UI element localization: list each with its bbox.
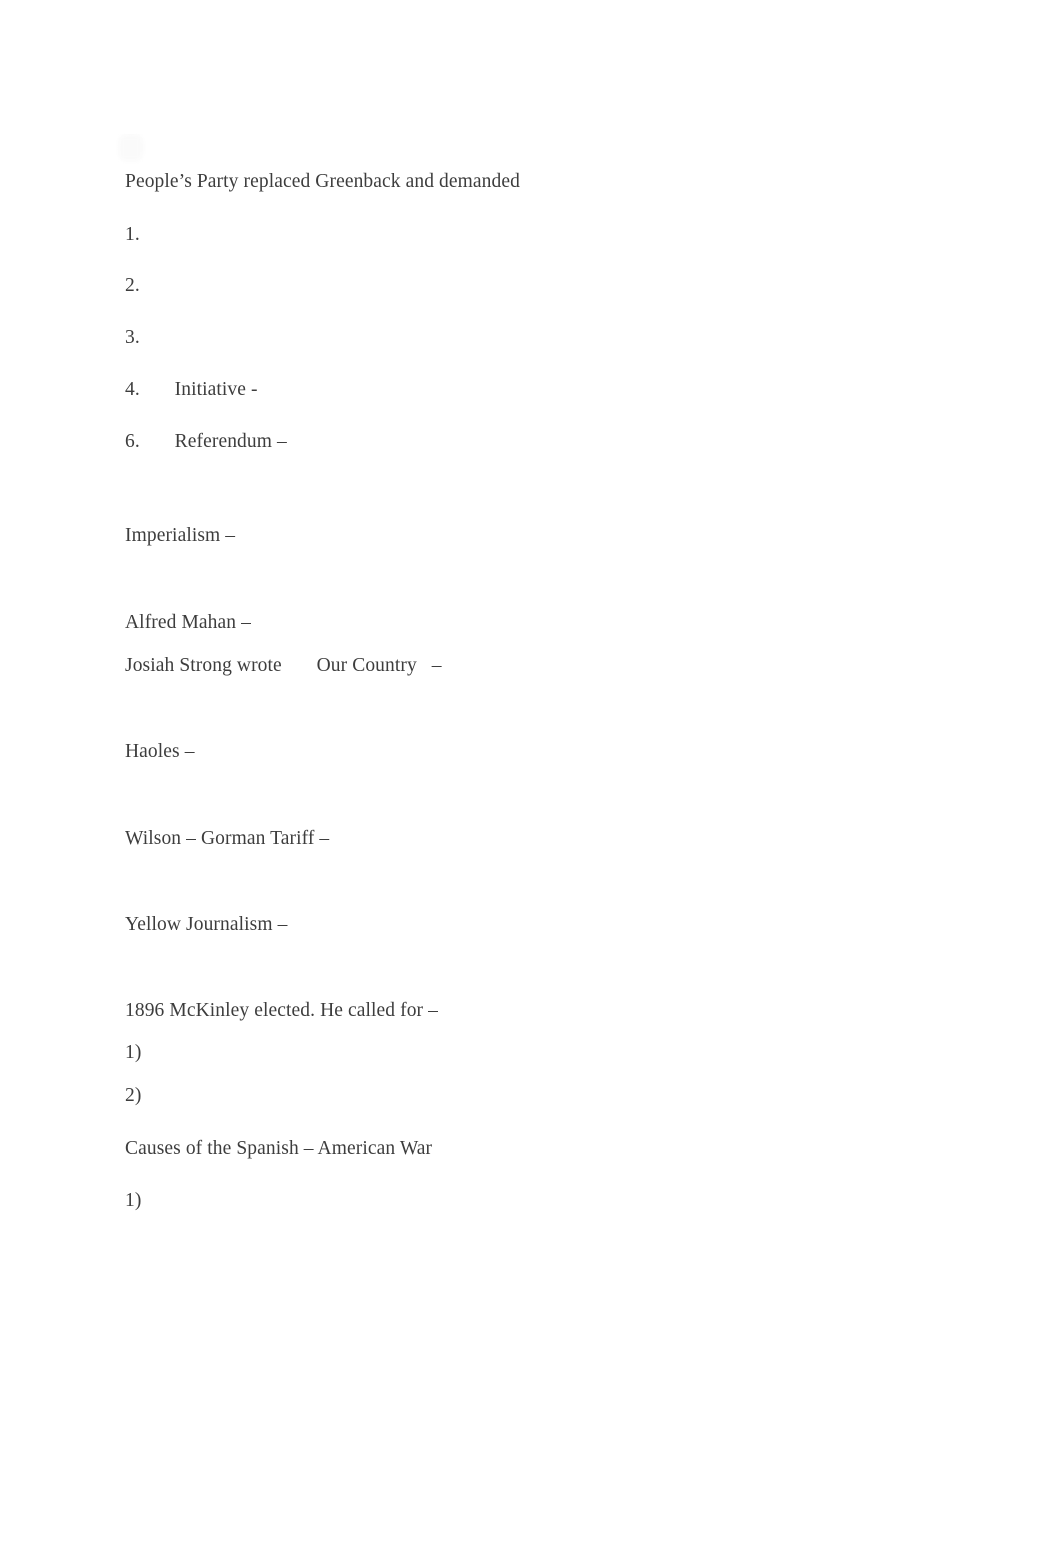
heading-peoples-party: People’s Party replaced Greenback and de… <box>125 171 520 192</box>
broken-image-placeholder-icon <box>116 134 146 164</box>
list-item-6: 6. Referendum – <box>125 431 287 452</box>
heading-causes-spanish-american-war: Causes of the Spanish – American War <box>125 1138 433 1159</box>
term-wilson-gorman-tariff: Wilson – Gorman Tariff – <box>125 828 330 849</box>
document-page: People’s Party replaced Greenback and de… <box>0 0 1062 1561</box>
mckinley-item-1: 1) <box>125 1042 142 1063</box>
term-haoles: Haoles – <box>125 741 195 762</box>
term-yellow-journalism: Yellow Journalism – <box>125 914 288 935</box>
term-imperialism: Imperialism – <box>125 525 236 546</box>
term-josiah-strong: Josiah Strong wrote Our Country – <box>125 655 442 676</box>
list-item-4: 4. Initiative - <box>125 379 258 400</box>
list-item-2: 2. <box>125 275 140 296</box>
term-alfred-mahan: Alfred Mahan – <box>125 612 251 633</box>
heading-mckinley-1896: 1896 McKinley elected. He called for – <box>125 1000 438 1021</box>
list-item-1: 1. <box>125 224 140 245</box>
list-item-3: 3. <box>125 327 140 348</box>
mckinley-item-2: 2) <box>125 1085 142 1106</box>
causes-item-1: 1) <box>125 1190 142 1211</box>
